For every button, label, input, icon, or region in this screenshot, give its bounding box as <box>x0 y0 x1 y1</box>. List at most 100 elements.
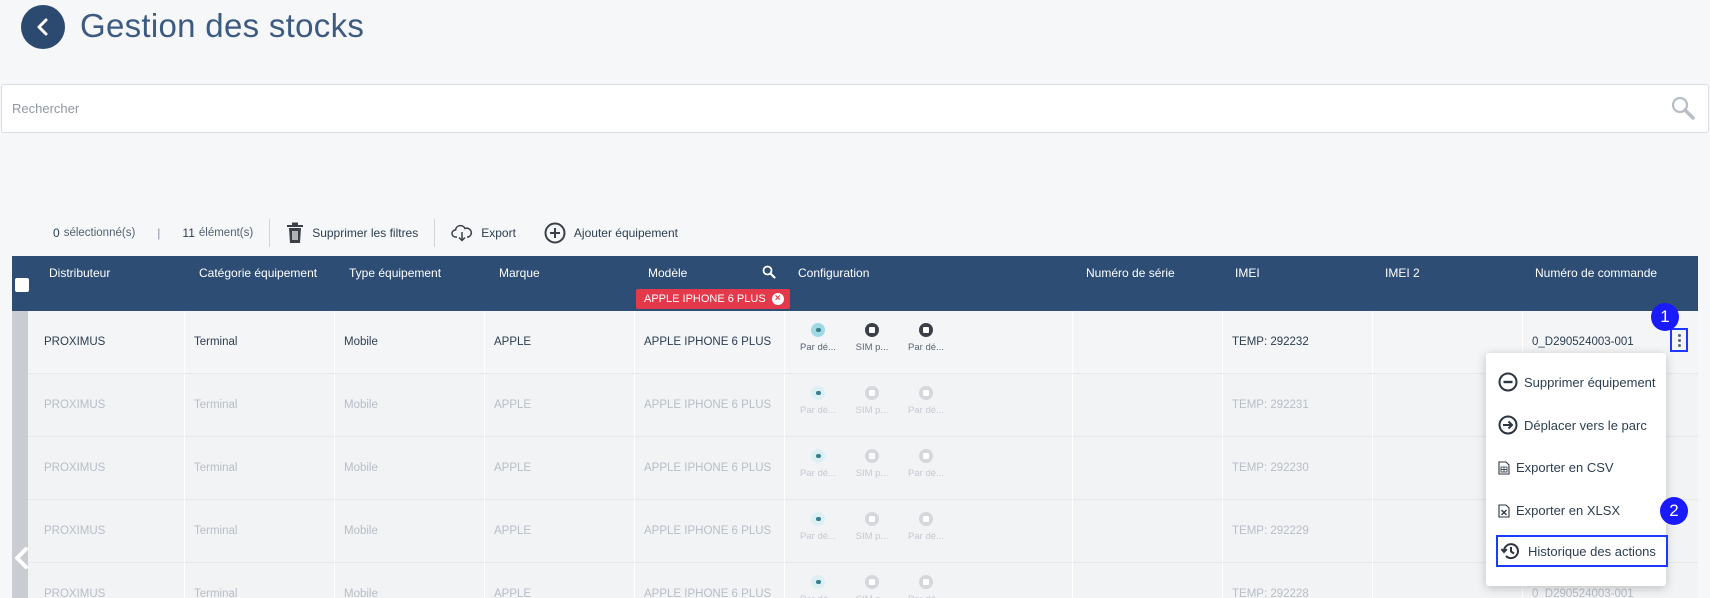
config-label: SIM p... <box>855 531 889 542</box>
callout-badge-2: 2 <box>1660 497 1688 525</box>
cell-type: Mobile <box>344 462 378 474</box>
config-label: Par dé... <box>908 342 944 353</box>
element-count: 11 <box>182 226 195 240</box>
config-item[interactable]: Par dé... <box>796 386 840 416</box>
cell-divider <box>184 374 185 436</box>
cell-imei: TEMP: 292231 <box>1232 399 1309 411</box>
table-row[interactable]: PROXIMUS Terminal Mobile APPLE APPLE IPH… <box>28 437 1698 500</box>
config-item[interactable]: Par dé... <box>796 323 840 353</box>
config-item[interactable]: Par dé... <box>904 323 948 353</box>
table-row[interactable]: PROXIMUS Terminal Mobile APPLE APPLE IPH… <box>28 500 1698 563</box>
select-all-checkbox[interactable] <box>15 278 29 292</box>
minus-circle-icon <box>1498 372 1518 392</box>
cell-divider <box>484 437 485 499</box>
cell-divider <box>784 437 785 499</box>
cloud-download-icon <box>451 224 473 242</box>
cell-modele: APPLE IPHONE 6 PLUS <box>644 336 772 348</box>
search-input[interactable] <box>2 85 1642 132</box>
cell-divider <box>784 374 785 436</box>
cell-divider <box>334 437 335 499</box>
menu-item-export-csv[interactable]: Exporter en CSV <box>1498 460 1614 475</box>
config-item[interactable]: Par dé... <box>904 512 948 542</box>
column-header-configuration[interactable]: Configuration <box>798 266 869 280</box>
config-item[interactable]: Par dé... <box>904 386 948 416</box>
kebab-dot <box>1677 338 1681 342</box>
config-label: Par dé... <box>908 405 944 416</box>
config-item[interactable]: Par dé... <box>796 449 840 479</box>
equipment-table: Distributeur Catégorie équipement Type é… <box>12 256 1698 598</box>
kebab-dot <box>1677 343 1681 347</box>
selected-label: sélectionné(s) <box>63 227 136 239</box>
cell-type: Mobile <box>344 336 378 348</box>
cell-divider <box>184 311 185 373</box>
config-item[interactable]: SIM p... <box>850 512 894 542</box>
element-counter: 11 élément(s) <box>182 226 253 240</box>
toolbar-divider <box>269 219 271 247</box>
cell-categorie: Terminal <box>194 399 238 411</box>
sim-icon <box>865 512 879 526</box>
cell-divider <box>1372 374 1373 436</box>
cell-divider <box>484 311 485 373</box>
column-header-distributeur[interactable]: Distributeur <box>49 266 110 280</box>
column-header-numero-serie[interactable]: Numéro de série <box>1086 266 1175 280</box>
profile-icon <box>811 386 825 400</box>
table-row[interactable]: PROXIMUS Terminal Mobile APPLE APPLE IPH… <box>28 374 1698 437</box>
column-header-modele[interactable]: Modèle <box>648 266 687 280</box>
back-button[interactable] <box>21 5 65 49</box>
config-item[interactable]: Par dé... <box>796 575 840 598</box>
menu-item-delete-equipment[interactable]: Supprimer équipement <box>1498 372 1656 392</box>
cell-marque: APPLE <box>494 399 532 411</box>
menu-item-export-xlsx[interactable]: Exporter en XLSX <box>1498 503 1620 518</box>
cell-marque: APPLE <box>494 462 532 474</box>
table-row[interactable]: PROXIMUS Terminal Mobile APPLE APPLE IPH… <box>28 311 1698 374</box>
cell-type: Mobile <box>344 588 378 598</box>
menu-item-label: Historique des actions <box>1528 543 1656 559</box>
cell-divider <box>634 500 635 562</box>
cell-categorie: Terminal <box>194 462 238 474</box>
column-header-imei[interactable]: IMEI <box>1235 266 1260 280</box>
config-label: SIM p... <box>855 405 889 416</box>
cell-divider <box>1222 374 1223 436</box>
chevron-left-icon <box>37 18 48 36</box>
config-label: Par dé... <box>800 468 836 479</box>
column-header-imei2[interactable]: IMEI 2 <box>1385 266 1420 280</box>
config-label: SIM p... <box>856 594 889 598</box>
arrow-right-circle-icon <box>1498 415 1518 435</box>
config-item[interactable]: SIM p... <box>850 449 894 479</box>
menu-item-action-history[interactable]: Historique des actions <box>1496 535 1668 567</box>
export-button[interactable]: Export <box>451 224 516 242</box>
column-search-icon[interactable] <box>762 265 776 279</box>
column-header-marque[interactable]: Marque <box>499 266 540 280</box>
table-row[interactable]: PROXIMUS Terminal Mobile APPLE APPLE IPH… <box>28 563 1698 598</box>
toolbar-divider <box>434 219 436 247</box>
cell-divider <box>634 374 635 436</box>
column-header-categorie[interactable]: Catégorie équipement <box>199 266 317 280</box>
cell-marque: APPLE <box>494 336 532 348</box>
settings-icon <box>919 575 933 589</box>
cell-imei: TEMP: 292232 <box>1232 336 1309 348</box>
cell-divider <box>1222 500 1223 562</box>
csv-file-icon <box>1498 460 1510 475</box>
config-item[interactable]: SIM p... <box>850 323 894 353</box>
config-item[interactable]: Par dé... <box>796 512 840 542</box>
menu-item-label: Supprimer équipement <box>1524 374 1656 390</box>
cell-divider <box>1072 374 1073 436</box>
row-actions-button[interactable] <box>1670 328 1688 352</box>
active-filter-chip: APPLE IPHONE 6 PLUS × <box>636 289 790 309</box>
search-icon[interactable] <box>1670 95 1696 121</box>
sim-icon <box>865 575 879 589</box>
cell-imei: TEMP: 292229 <box>1232 525 1309 537</box>
menu-item-label: Exporter en XLSX <box>1516 503 1621 518</box>
config-item[interactable]: SIM p... <box>850 386 894 416</box>
remove-filter-icon[interactable]: × <box>771 293 784 305</box>
menu-item-move-to-park[interactable]: Déplacer vers le parc <box>1498 415 1647 435</box>
column-header-type[interactable]: Type équipement <box>349 266 441 280</box>
cell-divider <box>1222 437 1223 499</box>
cell-divider <box>634 563 635 598</box>
config-item[interactable]: SIM p... <box>850 575 894 598</box>
column-header-numero-commande[interactable]: Numéro de commande <box>1535 266 1657 280</box>
add-equipment-button[interactable]: Ajouter équipement <box>544 222 678 244</box>
config-item[interactable]: Par dé... <box>904 575 948 598</box>
clear-filters-button[interactable]: Supprimer les filtres <box>286 222 418 244</box>
config-item[interactable]: Par dé... <box>904 449 948 479</box>
